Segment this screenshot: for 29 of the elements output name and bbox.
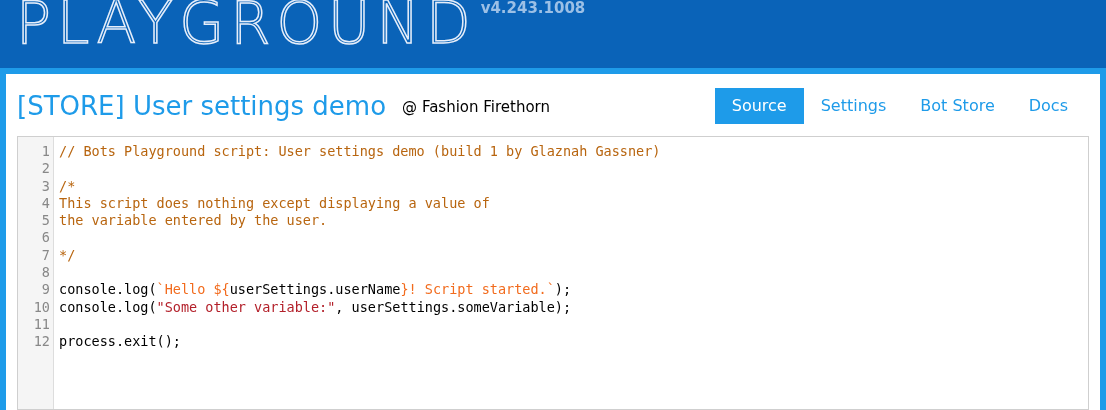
code-line: console.log(`Hello ${userSettings.userName}! Script started.`); [59, 281, 572, 298]
line-number: 11 [33, 315, 50, 334]
line-number: 10 [33, 298, 50, 316]
nav-tab[interactable]: Docs [1011, 88, 1085, 124]
code-line: This script does nothing except displaying a value of [59, 194, 490, 211]
line-number: 3 [41, 177, 50, 195]
playground-logo: PLAYGROUND [16, 0, 477, 52]
code-line: console.log("Some other variable:", userSettings.someVariable); [59, 298, 572, 315]
code-line: the variable entered by the user. [59, 212, 328, 229]
line-number: 4 [41, 194, 50, 213]
nav-tab[interactable]: Settings [803, 88, 904, 124]
line-number: 8 [41, 264, 50, 282]
line-number: 6 [41, 229, 50, 247]
line-number: 9 [41, 281, 50, 299]
author-label: @ Fashion Firethorn [402, 96, 550, 118]
page-title: [STORE] User settings demo [17, 93, 387, 119]
line-number: 12 [33, 333, 50, 351]
line-number: 5 [41, 212, 50, 230]
line-number: 2 [41, 160, 50, 178]
nav-tab[interactable]: Bot Store [903, 88, 1012, 124]
version-label: v4.243.1008 [480, 0, 586, 16]
code-editor[interactable] [17, 136, 1089, 410]
nav-tab[interactable]: Source [714, 88, 804, 124]
code-line: process.exit(); [59, 333, 181, 350]
line-number: 1 [41, 143, 50, 161]
code-line: */ [59, 246, 76, 263]
code-line: // Bots Playground script: User settings demo (build 1 by Glaznah Gassner) [59, 143, 661, 159]
line-number: 7 [41, 246, 50, 265]
code-line: /* [59, 177, 76, 194]
